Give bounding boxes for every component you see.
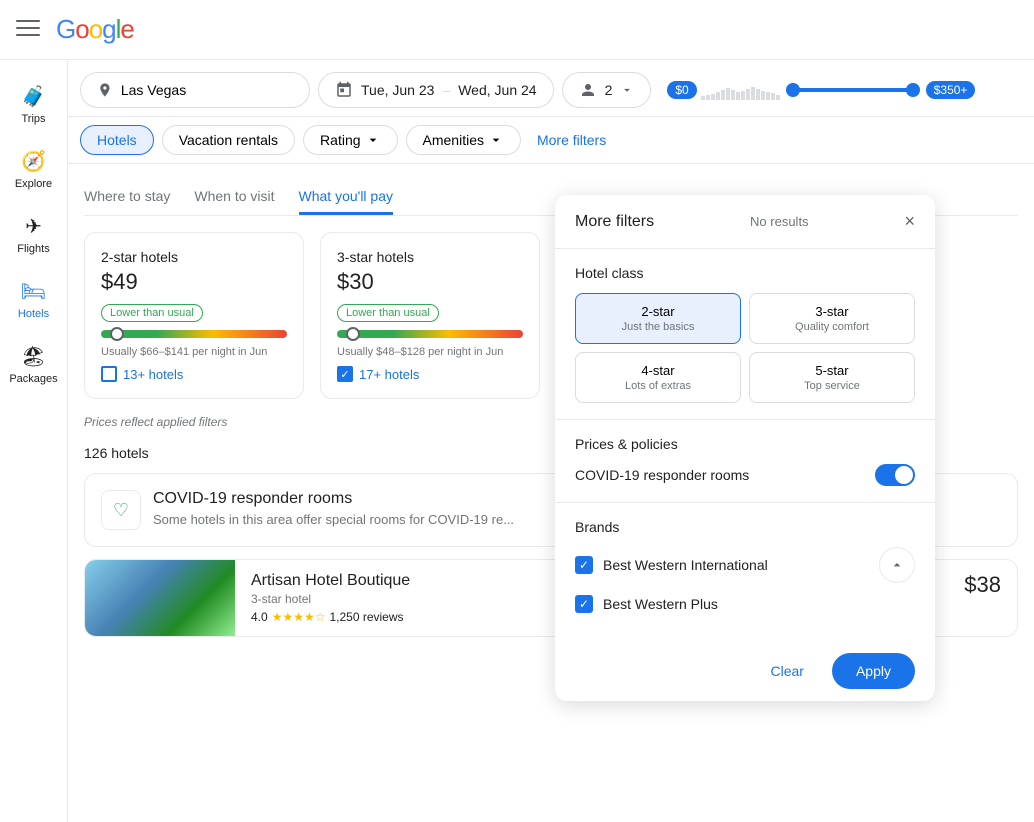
hotel-usual-price: Usually $66–$141 per night in Jun xyxy=(101,346,287,358)
person-icon xyxy=(579,81,597,99)
more-filters-title: More filters xyxy=(575,213,654,231)
tab-when-to-visit[interactable]: When to visit xyxy=(194,180,274,215)
google-logo: Google xyxy=(56,14,134,45)
sidebar-label-packages: Packages xyxy=(9,373,57,385)
filters-scroll-area: Hotel class 2-star Just the basics 3-sta… xyxy=(555,249,935,641)
covid-toggle-label: COVID-19 responder rooms xyxy=(575,467,749,483)
filter-bar: Hotels Vacation rentals Rating Amenities… xyxy=(0,117,1034,164)
sidebar-label-explore: Explore xyxy=(15,178,52,190)
tab-what-youll-pay[interactable]: What you'll pay xyxy=(299,180,394,215)
topbar: Google xyxy=(0,0,1034,60)
brand-checkbox-bwi[interactable]: ✓ xyxy=(575,556,593,574)
more-filters-panel: More filters No results × Hotel class 2-… xyxy=(555,195,935,701)
chevron-up-icon xyxy=(889,557,905,573)
price-slider[interactable] xyxy=(701,80,922,100)
covid-toggle[interactable] xyxy=(875,464,915,486)
filter-rating[interactable]: Rating xyxy=(303,125,397,155)
brand-name-bwp: Best Western Plus xyxy=(603,596,718,612)
explore-icon: 🧭 xyxy=(21,149,46,174)
brands-section: Brands ✓ Best Western International ✓ Be… xyxy=(555,503,935,641)
hotel-class-section: Hotel class 2-star Just the basics 3-sta… xyxy=(555,249,935,420)
sidebar-label-hotels: Hotels xyxy=(18,308,49,320)
hotel-image xyxy=(85,560,235,636)
tab-vacation-rentals[interactable]: Vacation rentals xyxy=(162,125,295,155)
calendar-icon xyxy=(335,81,353,99)
rating-chevron-icon xyxy=(365,132,381,148)
collapse-button[interactable] xyxy=(879,547,915,583)
location-input[interactable] xyxy=(121,82,293,98)
hotel-card-price: $30 xyxy=(337,269,523,295)
close-button[interactable]: × xyxy=(904,211,915,232)
flights-icon: ✈ xyxy=(25,214,42,239)
hotel-class-4star[interactable]: 4-star Lots of extras xyxy=(575,352,741,403)
price-max-badge: $350+ xyxy=(926,81,976,99)
clear-button[interactable]: Clear xyxy=(755,653,820,689)
brand-checkbox-bwp[interactable]: ✓ xyxy=(575,595,593,613)
prices-policies-title: Prices & policies xyxy=(575,436,915,452)
more-filters-button[interactable]: More filters xyxy=(529,126,614,154)
hotel-class-5star[interactable]: 5-star Top service xyxy=(749,352,915,403)
brand-item-bwi: ✓ Best Western International xyxy=(575,547,915,583)
more-filters-footer: Clear Apply xyxy=(555,641,935,701)
hotel-class-title: Hotel class xyxy=(575,265,915,281)
sidebar-item-trips[interactable]: 🧳 Trips xyxy=(6,76,62,133)
apply-button[interactable]: Apply xyxy=(832,653,915,689)
sidebar-item-flights[interactable]: ✈ Flights xyxy=(6,206,62,263)
covid-toggle-row: COVID-19 responder rooms xyxy=(575,464,915,486)
search-area: Tue, Jun 23 – Wed, Jun 24 2 $0 xyxy=(0,60,1034,117)
hotel-card-price: $49 xyxy=(101,269,287,295)
hotel-count: 13+ hotels xyxy=(101,366,287,382)
hotel-card-2star[interactable]: 2-star hotels $49 Lower than usual Usual… xyxy=(84,232,304,399)
brands-title: Brands xyxy=(575,519,915,535)
hotel-checkbox-3star[interactable]: ✓ xyxy=(337,366,353,382)
sidebar-label-flights: Flights xyxy=(17,243,49,255)
hotel-class-3star[interactable]: 3-star Quality comfort xyxy=(749,293,915,344)
sidebar-item-explore[interactable]: 🧭 Explore xyxy=(6,141,62,198)
price-min-badge: $0 xyxy=(667,81,696,99)
hotel-checkbox-2star[interactable] xyxy=(101,366,117,382)
trips-icon: 🧳 xyxy=(21,84,46,109)
check-out-date: Wed, Jun 24 xyxy=(458,82,536,98)
filter-amenities[interactable]: Amenities xyxy=(406,125,521,155)
prices-policies-section: Prices & policies COVID-19 responder roo… xyxy=(555,420,935,503)
sidebar-item-hotels[interactable]: 🛏 Hotels xyxy=(6,271,62,328)
brand-name-bwi: Best Western International xyxy=(603,557,768,573)
hotel-price: $38 xyxy=(948,560,1017,636)
amenities-chevron-icon xyxy=(488,132,504,148)
hotel-badge: Lower than usual xyxy=(101,304,203,322)
hotels-icon: 🛏 xyxy=(21,279,46,304)
check-in-date: Tue, Jun 23 xyxy=(361,82,434,98)
more-filters-header: More filters No results × xyxy=(555,195,935,249)
price-bar xyxy=(337,330,523,338)
date-selector[interactable]: Tue, Jun 23 – Wed, Jun 24 xyxy=(318,72,554,108)
hotel-card-3star[interactable]: 3-star hotels $30 Lower than usual Usual… xyxy=(320,232,540,399)
tab-hotels[interactable]: Hotels xyxy=(80,125,154,155)
covid-listing-text: COVID-19 responder rooms Some hotels in … xyxy=(153,490,514,527)
menu-icon[interactable] xyxy=(16,16,40,43)
sidebar: 🧳 Trips 🧭 Explore ✈ Flights 🛏 Hotels 🏖 P… xyxy=(0,60,68,822)
chevron-down-icon xyxy=(620,83,634,97)
hotel-class-grid: 2-star Just the basics 3-star Quality co… xyxy=(575,293,915,403)
price-slider-right-handle[interactable] xyxy=(906,83,920,97)
hotel-badge: Lower than usual xyxy=(337,304,439,322)
packages-icon: 🏖 xyxy=(21,344,46,369)
location-icon xyxy=(97,81,113,99)
hotel-card-title: 2-star hotels xyxy=(101,249,287,265)
guests-count: 2 xyxy=(605,82,613,98)
covid-icon: ♡ xyxy=(101,490,141,530)
price-range: $0 xyxy=(667,80,975,100)
tab-where-to-stay[interactable]: Where to stay xyxy=(84,180,170,215)
brand-item-bwp: ✓ Best Western Plus xyxy=(575,595,915,613)
hotel-usual-price: Usually $48–$128 per night in Jun xyxy=(337,346,523,358)
hotel-count: ✓ 17+ hotels xyxy=(337,366,523,382)
no-results-label: No results xyxy=(750,214,809,229)
price-bar xyxy=(101,330,287,338)
sidebar-item-packages[interactable]: 🏖 Packages xyxy=(6,336,62,393)
hotel-class-2star[interactable]: 2-star Just the basics xyxy=(575,293,741,344)
guests-selector[interactable]: 2 xyxy=(562,72,652,108)
price-slider-left-handle[interactable] xyxy=(786,83,800,97)
location-selector[interactable] xyxy=(80,72,310,108)
sidebar-label-trips: Trips xyxy=(21,113,45,125)
hotel-card-title: 3-star hotels xyxy=(337,249,523,265)
